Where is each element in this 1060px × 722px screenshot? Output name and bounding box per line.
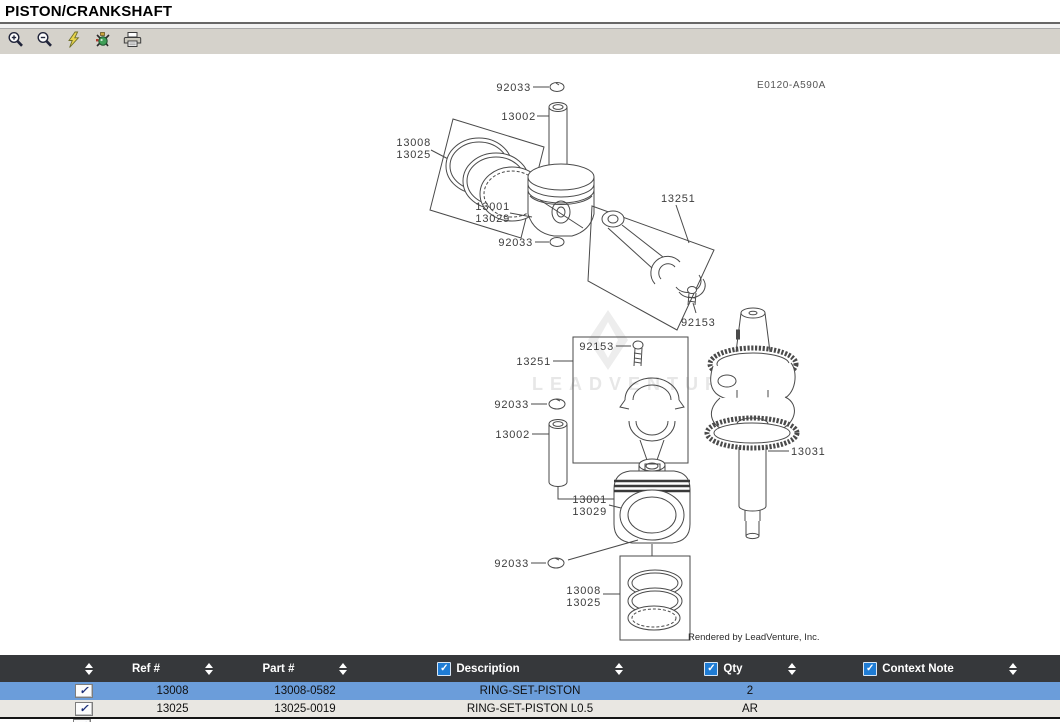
sort-icon[interactable] bbox=[85, 663, 93, 675]
column-label-ref: Ref # bbox=[132, 663, 160, 675]
qty-column-checkbox[interactable]: ✓ bbox=[704, 662, 718, 676]
cell-qty: AR bbox=[680, 703, 820, 715]
part-label-13002-middle[interactable]: 13002 bbox=[495, 429, 530, 441]
parts-viewer-window: { "page": { "title": "PISTON/CRANKSHAFT"… bbox=[0, 0, 1060, 722]
sort-icon[interactable] bbox=[1009, 663, 1017, 675]
part-label-92033-lower[interactable]: 92033 bbox=[494, 558, 529, 570]
part-label-13008-lower[interactable]: 13008 bbox=[566, 585, 601, 597]
zoom-in-button[interactable] bbox=[5, 32, 27, 52]
column-header-part[interactable]: Part # bbox=[230, 655, 380, 682]
part-label-13251-middle[interactable]: 13251 bbox=[516, 356, 551, 368]
part-label-13001-top[interactable]: 13001 bbox=[475, 201, 510, 213]
flash-view-button[interactable] bbox=[63, 32, 85, 52]
column-header-context-note[interactable]: ✓ Context Note bbox=[820, 655, 1060, 682]
cell-ref: 13025 bbox=[115, 703, 230, 715]
exploded-parts-diagram[interactable]: LEADVENTURE bbox=[0, 54, 1060, 655]
sort-icon[interactable] bbox=[615, 663, 623, 675]
part-label-13008-top[interactable]: 13008 bbox=[396, 137, 431, 149]
print-icon bbox=[123, 31, 142, 54]
table-row[interactable]: 13008 13008-0582 RING-SET-PISTON 2 bbox=[0, 682, 1060, 700]
table-header-row: Ref # Part # ✓ Description ✓ Qty ✓ Conte… bbox=[0, 655, 1060, 682]
part-label-13025-top[interactable]: 13025 bbox=[396, 149, 431, 161]
row-select-check-icon[interactable] bbox=[75, 684, 93, 698]
column-header-ref[interactable]: Ref # bbox=[115, 655, 230, 682]
table-row[interactable]: 13025 13025-0019 RING-SET-PISTON L0.5 AR bbox=[0, 700, 1060, 717]
part-label-13029-lower[interactable]: 13029 bbox=[572, 506, 607, 518]
context-note-column-checkbox[interactable]: ✓ bbox=[863, 662, 877, 676]
title-bar: PISTON/CRANKSHAFT bbox=[0, 0, 1060, 22]
cell-description: RING-SET-PISTON L0.5 bbox=[380, 703, 680, 715]
hotspots-button[interactable] bbox=[92, 32, 114, 52]
cell-ref: 13008 bbox=[115, 685, 230, 697]
cell-part: 13008-0582 bbox=[230, 685, 380, 697]
sort-icon[interactable] bbox=[205, 663, 213, 675]
hotspots-icon bbox=[94, 31, 112, 54]
diagram-code: E0120-A590A bbox=[757, 80, 826, 91]
sort-icon[interactable] bbox=[339, 663, 347, 675]
column-header-select[interactable] bbox=[0, 655, 115, 682]
page-title: PISTON/CRANKSHAFT bbox=[5, 3, 1060, 20]
row-select-check-icon[interactable] bbox=[75, 702, 93, 716]
column-label-qty: Qty bbox=[723, 663, 742, 675]
part-label-92033-second[interactable]: 92033 bbox=[498, 237, 533, 249]
print-button[interactable] bbox=[121, 32, 143, 52]
lightning-icon bbox=[65, 31, 83, 54]
column-label-context-note: Context Note bbox=[882, 663, 954, 675]
zoom-out-button[interactable] bbox=[34, 32, 56, 52]
part-label-13251-upper[interactable]: 13251 bbox=[661, 193, 696, 205]
part-label-92033-middle[interactable]: 92033 bbox=[494, 399, 529, 411]
zoom-in-icon bbox=[7, 31, 25, 54]
column-label-part: Part # bbox=[263, 663, 295, 675]
render-credit: Rendered by LeadVenture, Inc. bbox=[688, 632, 820, 643]
column-header-qty[interactable]: ✓ Qty bbox=[680, 655, 820, 682]
cell-qty: 2 bbox=[680, 685, 820, 697]
sort-icon[interactable] bbox=[788, 663, 796, 675]
title-divider bbox=[0, 22, 1060, 29]
column-label-description: Description bbox=[456, 663, 519, 675]
part-label-13029-top[interactable]: 13029 bbox=[475, 213, 510, 225]
description-column-checkbox[interactable]: ✓ bbox=[437, 662, 451, 676]
cell-description: RING-SET-PISTON bbox=[380, 685, 680, 697]
diagram-toolbar bbox=[0, 29, 1060, 56]
part-label-13002-top[interactable]: 13002 bbox=[501, 111, 536, 123]
part-label-13031[interactable]: 13031 bbox=[791, 446, 826, 458]
part-label-13001-lower[interactable]: 13001 bbox=[572, 494, 607, 506]
cell-part: 13025-0019 bbox=[230, 703, 380, 715]
parts-table: Ref # Part # ✓ Description ✓ Qty ✓ Conte… bbox=[0, 655, 1060, 722]
part-label-92153-upper[interactable]: 92153 bbox=[681, 317, 716, 329]
column-header-description[interactable]: ✓ Description bbox=[380, 655, 680, 682]
part-label-92153-middle[interactable]: 92153 bbox=[579, 341, 614, 353]
zoom-out-icon bbox=[36, 31, 54, 54]
part-label-13025-lower[interactable]: 13025 bbox=[566, 597, 601, 609]
part-label-92033-top[interactable]: 92033 bbox=[496, 82, 531, 94]
